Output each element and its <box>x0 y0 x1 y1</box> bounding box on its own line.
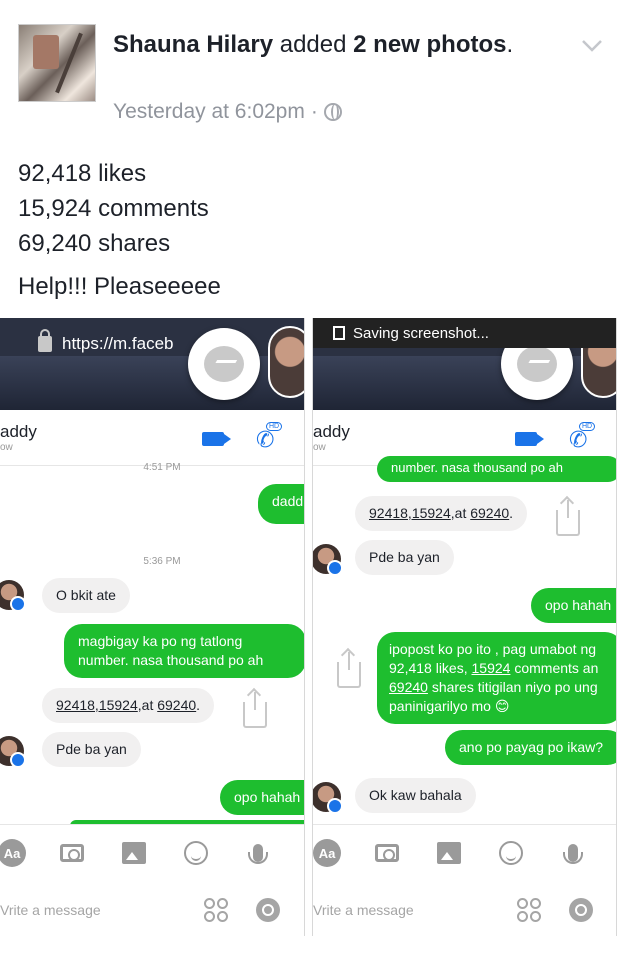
contact-avatar <box>313 544 343 576</box>
chevron-down-icon[interactable] <box>581 34 603 56</box>
url-text: https://m.faceb <box>62 334 174 353</box>
camera-icon <box>373 839 401 867</box>
contact-avatar <box>313 782 343 814</box>
phone-icon: ✆ <box>256 427 275 452</box>
text-format-icon: Aa <box>313 839 341 867</box>
meta-separator: · <box>310 100 318 123</box>
action-suffix: . <box>506 31 514 58</box>
camera-icon <box>58 839 86 867</box>
share-icon <box>243 692 267 728</box>
stat-shares: 69,240 shares <box>18 230 171 257</box>
author-avatar[interactable] <box>18 24 96 102</box>
message-out: opo hahah <box>531 588 616 623</box>
hd-badge: HD <box>579 422 596 431</box>
video-call-icon <box>515 432 544 446</box>
image-icon <box>435 839 463 867</box>
share-icon <box>337 652 361 688</box>
post-stats: 92,418 likes 15,924 comments 69,240 shar… <box>18 156 209 261</box>
screenshot-icon <box>333 326 345 340</box>
action-bold[interactable]: 2 new photos <box>353 31 506 58</box>
contact-avatar <box>0 580 26 612</box>
message-out: opo hahah <box>220 780 304 815</box>
conversation-header: addy ow ✆ HD <box>0 410 304 466</box>
contact-name: addy <box>0 422 37 441</box>
message-in: O bkit ate <box>42 578 130 613</box>
time-stamp: 4:51 PM <box>143 462 181 473</box>
message-out: number. nasa thousand po ah <box>377 456 616 482</box>
message-input-row: Vrite a message <box>313 882 616 936</box>
message-out-numbers: 92418,15924,at 69240. <box>42 688 215 723</box>
globe-icon[interactable] <box>323 103 342 121</box>
lock-icon <box>38 329 52 352</box>
message-in: Pde ba yan <box>355 540 454 575</box>
message-input-row: Vrite a message <box>0 882 304 936</box>
message-input-placeholder: Vrite a message <box>313 902 414 918</box>
message-out: ipopost ko po ito , pag umabot ng 92,418… <box>377 632 616 724</box>
stickers-icon <box>204 898 228 922</box>
phone-icon: ✆ <box>569 427 588 452</box>
message-out-numbers: 92418,15924,at 69240. <box>355 496 528 531</box>
facebook-post: Shauna Hilary added 2 new photos. Yester… <box>0 0 617 960</box>
message-input-placeholder: Vrite a message <box>0 902 101 918</box>
microphone-icon <box>244 839 272 867</box>
chat-thread: 4:51 PM dadd 5:36 PM O bkit ate magbigay… <box>0 462 304 832</box>
composer-toolbar: Aa <box>0 824 304 882</box>
photo-screenshot-left[interactable]: https://m.faceb addy ow ✆ HD 4:51 PM dad… <box>0 318 305 936</box>
contact-avatar <box>0 736 26 768</box>
time-stamp: 5:36 PM <box>143 556 181 567</box>
stat-likes: 92,418 likes <box>18 160 147 187</box>
emoji-icon <box>182 839 210 867</box>
chat-thread: number. nasa thousand po ah 92418,15924,… <box>313 456 616 824</box>
photo-screenshot-right[interactable]: Saving screenshot... addy ow ✆ HD number… <box>312 318 617 936</box>
message-out: dadd <box>258 484 304 524</box>
contact-name: addy <box>313 422 350 441</box>
saving-screenshot-bar: Saving screenshot... <box>313 318 616 348</box>
post-meta: Yesterday at 6:02pm · <box>113 100 342 124</box>
emoji-icon <box>497 839 525 867</box>
browser-topbar: https://m.faceb <box>0 318 304 410</box>
microphone-icon <box>559 839 587 867</box>
contact-status: ow <box>313 442 326 453</box>
message-out: ano po payag po ikaw? <box>445 730 616 765</box>
hd-badge: HD <box>266 422 283 431</box>
post-header: Shauna Hilary added 2 new photos. Yester… <box>18 22 603 132</box>
search-icon <box>569 898 593 922</box>
search-icon <box>256 898 280 922</box>
image-icon <box>120 839 148 867</box>
video-call-icon <box>202 432 231 446</box>
messenger-icon <box>188 328 260 400</box>
contact-status: ow <box>0 442 13 453</box>
post-title: Shauna Hilary added 2 new photos. <box>113 28 553 61</box>
share-icon <box>556 500 580 536</box>
text-format-icon: Aa <box>0 839 26 867</box>
post-timestamp[interactable]: Yesterday at 6:02pm <box>113 100 305 124</box>
saving-status: Saving screenshot... <box>353 324 489 342</box>
post-text: Help!!! Pleaseeeee <box>18 273 221 300</box>
chat-head-avatar <box>268 326 304 398</box>
message-in: Pde ba yan <box>42 732 141 767</box>
author-name[interactable]: Shauna Hilary <box>113 31 273 58</box>
message-out: magbigay ka po ng tatlong number. nasa t… <box>64 624 304 678</box>
browser-topbar: Saving screenshot... <box>313 318 616 410</box>
stat-comments: 15,924 comments <box>18 195 209 222</box>
message-in: Ok kaw bahala <box>355 778 476 813</box>
composer-toolbar: Aa <box>313 824 616 882</box>
action-prefix: added <box>273 31 354 58</box>
stickers-icon <box>517 898 541 922</box>
